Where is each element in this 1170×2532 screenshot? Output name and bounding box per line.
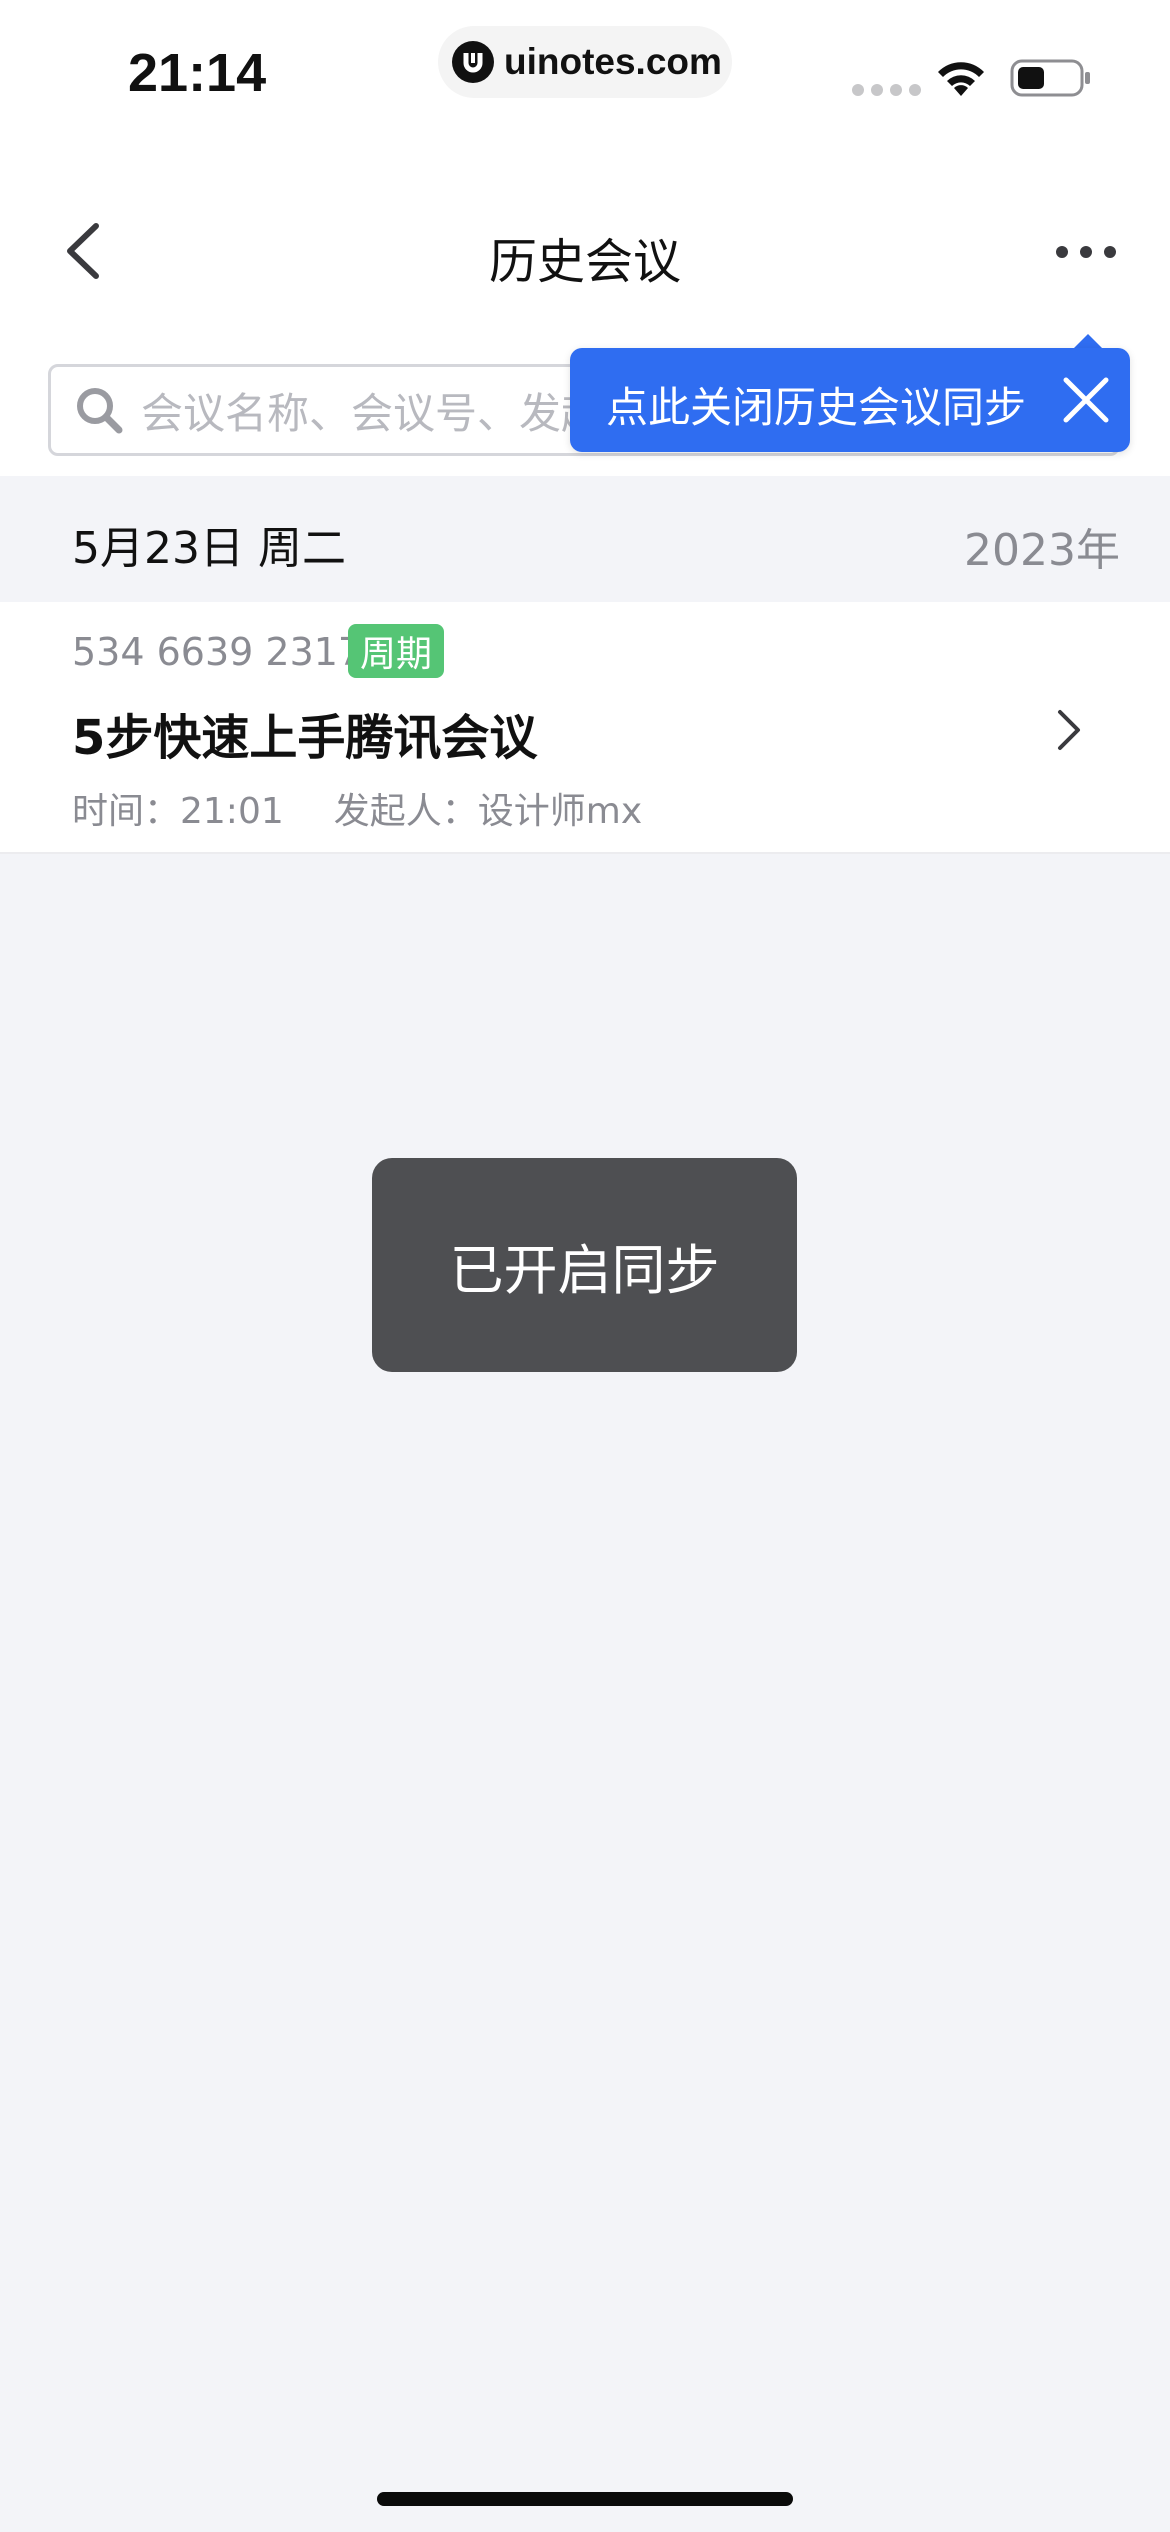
search-icon — [77, 388, 123, 434]
sync-tooltip[interactable]: 点此关闭历史会议同步 — [570, 348, 1130, 452]
site-pill: uinotes.com — [438, 26, 732, 98]
close-icon[interactable] — [1060, 374, 1112, 426]
toast-message: 已开启同步 — [372, 1158, 797, 1372]
status-bar: 21:14 uinotes.com — [0, 0, 1170, 150]
toast-text: 已开启同步 — [449, 1238, 720, 1302]
meeting-organizer: 发起人：设计师mx — [333, 791, 643, 832]
more-options-icon[interactable] — [1056, 246, 1116, 260]
tooltip-text: 点此关闭历史会议同步 — [606, 383, 1027, 432]
status-time: 21:14 — [128, 43, 267, 103]
wifi-icon — [938, 62, 984, 96]
date-label: 5月23日 周二 — [72, 523, 346, 574]
meeting-list-item[interactable]: 534 6639 2317 周期 5步快速上手腾讯会议 时间：21:01 发起人… — [0, 602, 1170, 854]
year-label: 2023年 — [964, 525, 1120, 576]
search-placeholder: 会议名称、会议号、发起 — [141, 388, 604, 438]
meeting-meta: 时间：21:01 发起人：设计师mx — [72, 782, 642, 834]
recurring-badge: 周期 — [348, 624, 444, 678]
cellular-signal-icon — [852, 84, 921, 96]
home-indicator[interactable] — [377, 2492, 793, 2506]
site-logo-icon — [452, 41, 494, 83]
date-section-header: 5月23日 周二 2023年 — [0, 476, 1170, 602]
battery-icon — [1010, 59, 1090, 97]
meeting-time: 时间：21:01 — [72, 791, 284, 832]
meeting-id: 534 6639 2317 — [72, 630, 363, 674]
meeting-title: 5步快速上手腾讯会议 — [72, 710, 538, 766]
nav-bar: 历史会议 — [0, 150, 1170, 326]
page-title: 历史会议 — [488, 234, 681, 290]
site-name: uinotes.com — [504, 41, 722, 82]
chevron-right-icon — [1058, 710, 1080, 750]
